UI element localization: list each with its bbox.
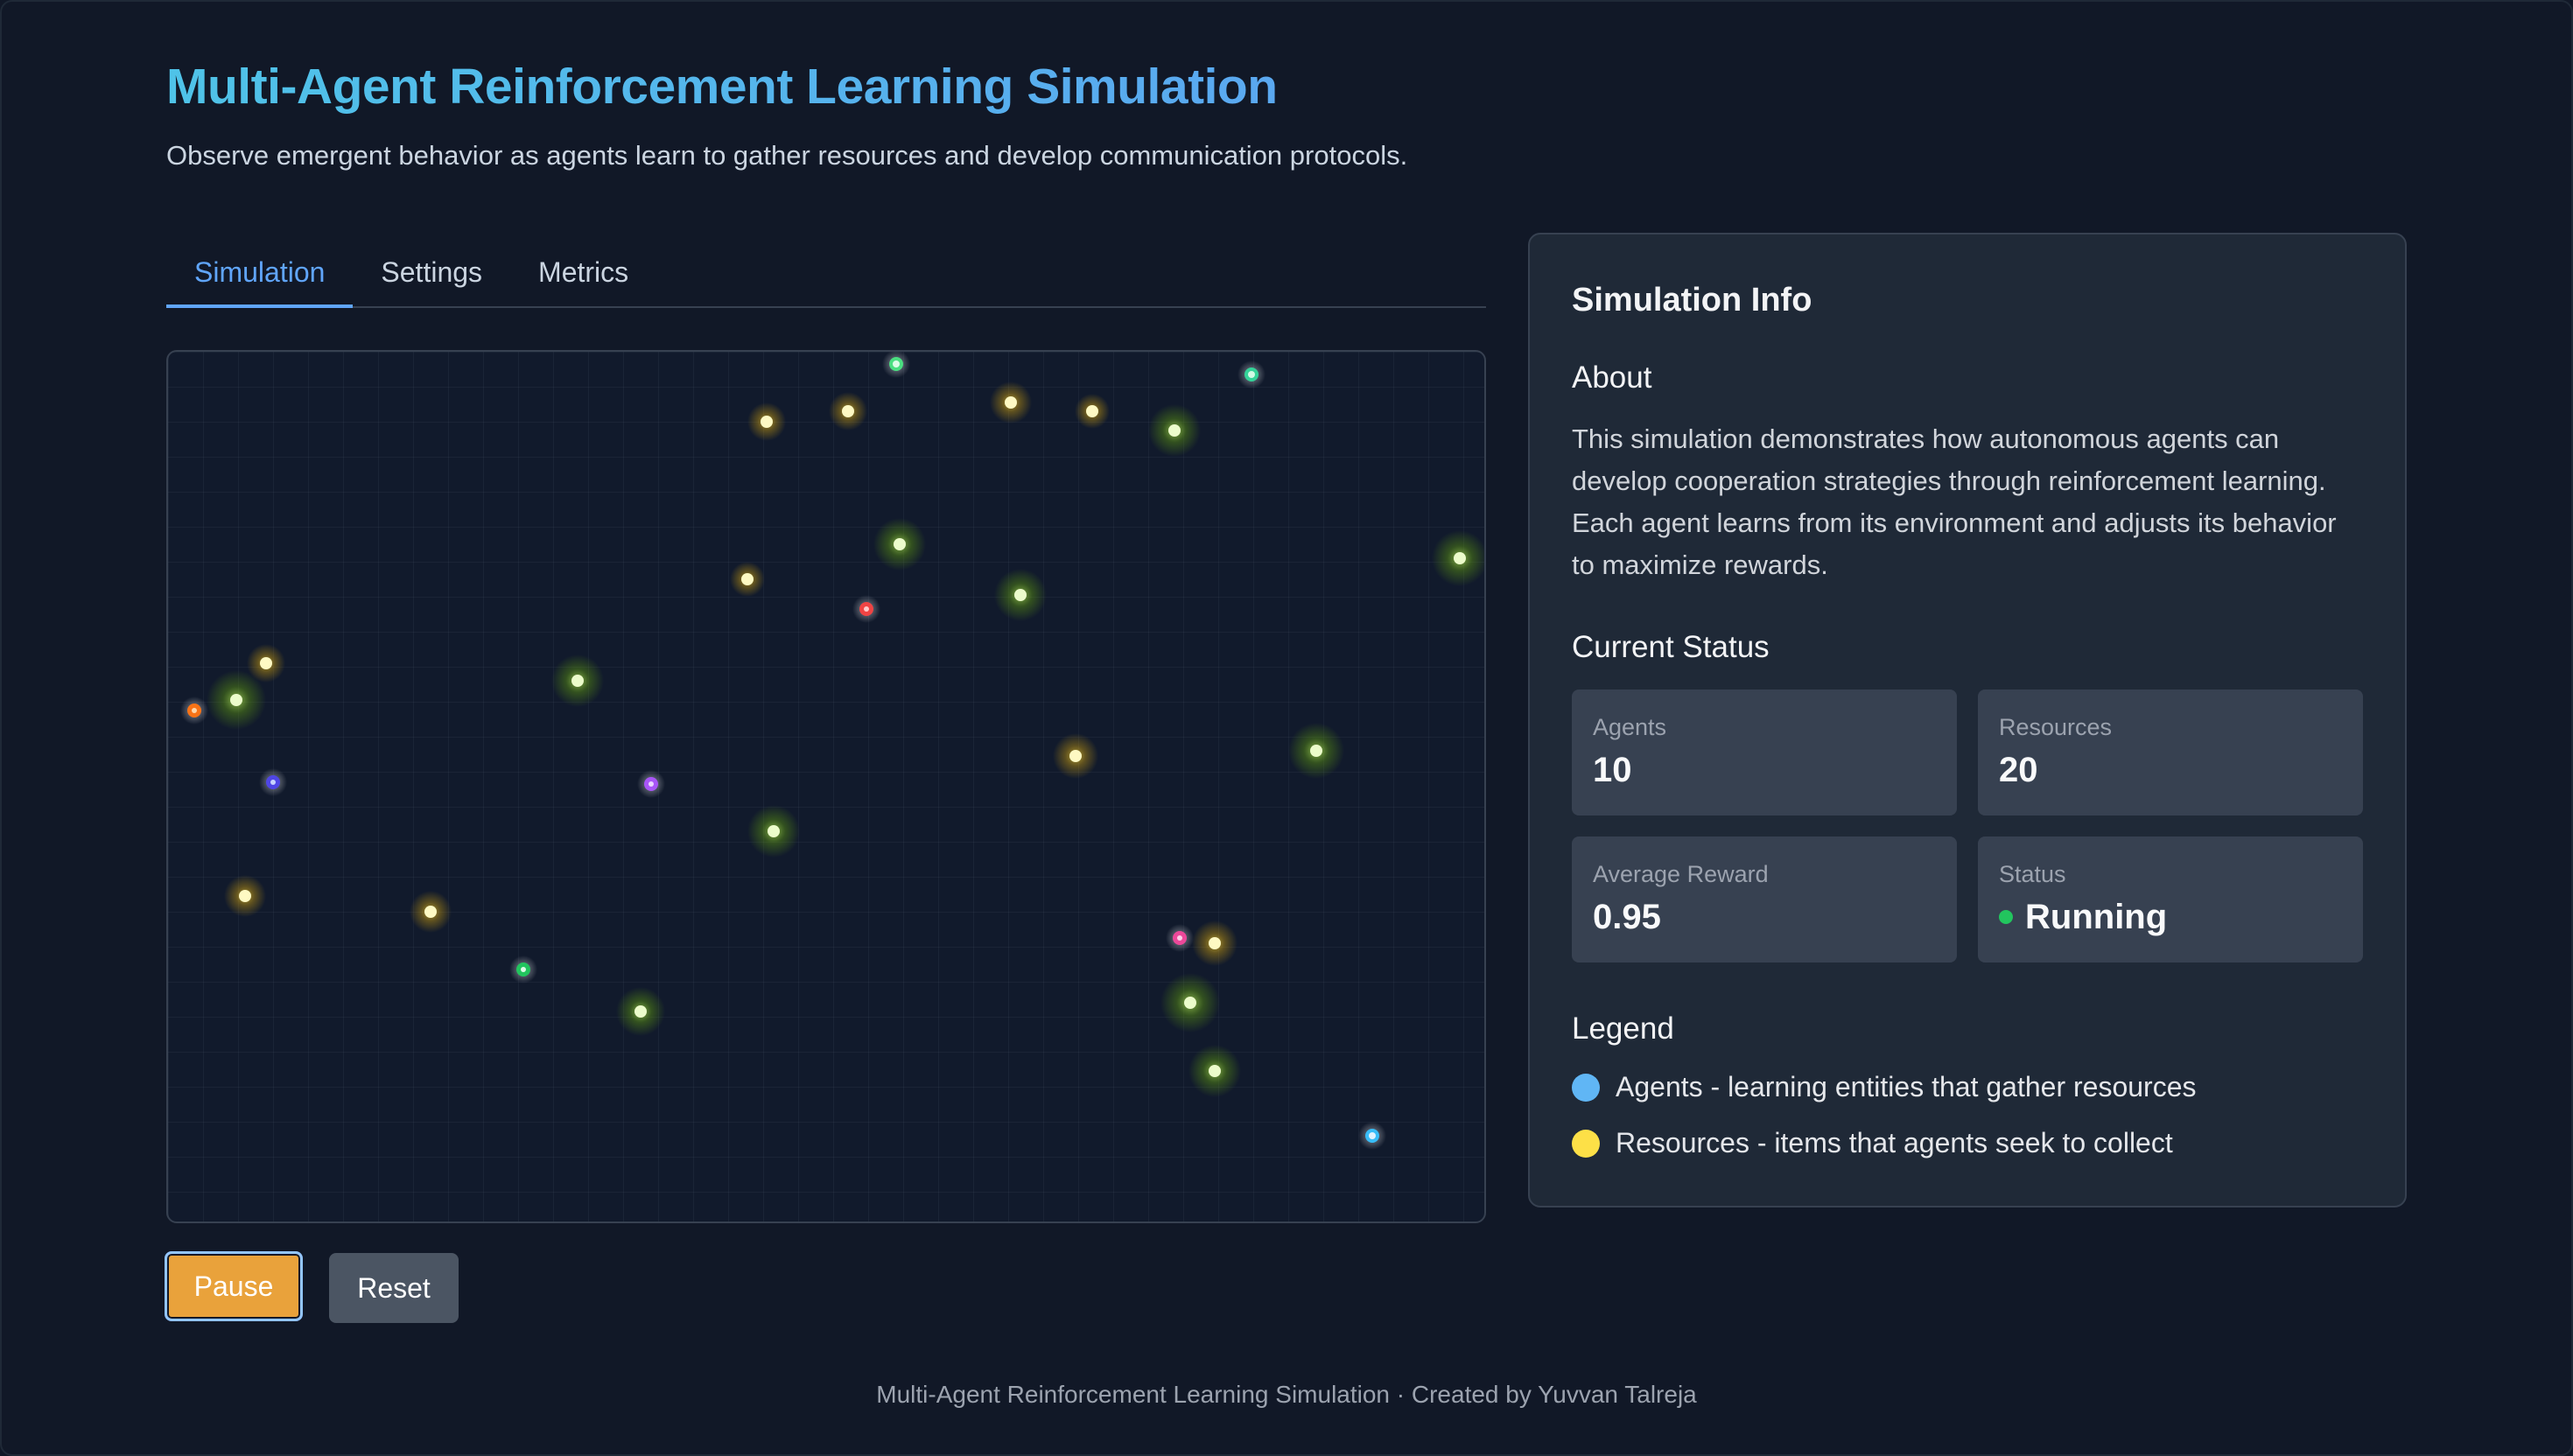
stat-card-status: Status Running xyxy=(1978,836,2363,962)
panel-title: Simulation Info xyxy=(1572,282,1812,318)
resource xyxy=(829,392,867,430)
agent xyxy=(259,768,287,796)
resource xyxy=(1288,723,1344,779)
status-dot-icon xyxy=(1999,910,2013,925)
stat-value: 0.95 xyxy=(1593,898,1661,936)
resource xyxy=(551,654,604,707)
legend-label: Agents - learning entities that gather r… xyxy=(1616,1071,2197,1102)
tab-bar: Simulation Settings Metrics xyxy=(166,238,1486,308)
stat-label: Status xyxy=(1999,861,2066,887)
resource xyxy=(994,569,1047,621)
resource xyxy=(1432,530,1484,586)
legend-item-agents: Agents - learning entities that gather r… xyxy=(1572,1071,2196,1103)
resource xyxy=(410,891,452,933)
about-heading: About xyxy=(1572,360,1652,395)
resource xyxy=(990,382,1032,424)
footer: Multi-Agent Reinforcement Learning Simul… xyxy=(876,1381,1697,1408)
stat-label: Resources xyxy=(1999,714,2113,740)
stat-label: Agents xyxy=(1593,714,1667,740)
legend-heading: Legend xyxy=(1572,1012,1674,1046)
resource xyxy=(1053,733,1098,779)
agent-swatch-icon xyxy=(1572,1073,1600,1102)
resource xyxy=(730,562,765,597)
resource-swatch-icon xyxy=(1572,1129,1600,1158)
page-title: Multi-Agent Reinforcement Learning Simul… xyxy=(166,59,1278,115)
resource xyxy=(747,805,800,858)
tab-simulation[interactable]: Simulation xyxy=(166,240,354,308)
agent xyxy=(852,595,880,623)
stat-value: 20 xyxy=(1999,751,2038,789)
resource xyxy=(224,875,266,917)
agent xyxy=(1358,1122,1386,1150)
agent xyxy=(1166,924,1194,952)
stat-card-agents: Agents 10 xyxy=(1572,690,1957,816)
simulation-canvas[interactable] xyxy=(166,350,1486,1223)
reset-button[interactable]: Reset xyxy=(329,1253,459,1323)
legend-item-resources: Resources - items that agents seek to co… xyxy=(1572,1127,2173,1159)
resource xyxy=(616,987,665,1036)
resource xyxy=(1075,394,1110,429)
resource xyxy=(207,670,266,730)
resource xyxy=(1148,404,1201,457)
status-value: Running xyxy=(2025,898,2168,936)
resource xyxy=(747,402,786,441)
stat-card-resources: Resources 20 xyxy=(1978,690,2363,816)
agent xyxy=(180,696,208,724)
resource xyxy=(1192,920,1237,966)
tab-settings[interactable]: Settings xyxy=(353,238,510,306)
agent xyxy=(882,352,910,378)
resource xyxy=(873,518,926,570)
pause-button[interactable]: Pause xyxy=(165,1251,303,1321)
stat-value: 10 xyxy=(1593,751,1632,789)
status-indicator: Running xyxy=(1999,898,2167,937)
resource xyxy=(1188,1045,1241,1097)
resource xyxy=(1160,973,1220,1032)
stat-card-average-reward: Average Reward 0.95 xyxy=(1572,836,1957,962)
agent xyxy=(1237,360,1265,388)
simulation-entities xyxy=(180,352,1484,1150)
about-text: This simulation demonstrates how autonom… xyxy=(1572,424,2337,580)
agent xyxy=(637,770,665,798)
agent xyxy=(509,956,537,984)
status-heading: Current Status xyxy=(1572,630,1770,664)
simulation-info-panel: Simulation Info About This simulation de… xyxy=(1528,233,2407,1208)
stat-label: Average Reward xyxy=(1593,861,1769,887)
page-subtitle: Observe emergent behavior as agents lear… xyxy=(166,140,1408,171)
legend-label: Resources - items that agents seek to co… xyxy=(1616,1127,2173,1158)
tab-metrics[interactable]: Metrics xyxy=(510,238,656,306)
